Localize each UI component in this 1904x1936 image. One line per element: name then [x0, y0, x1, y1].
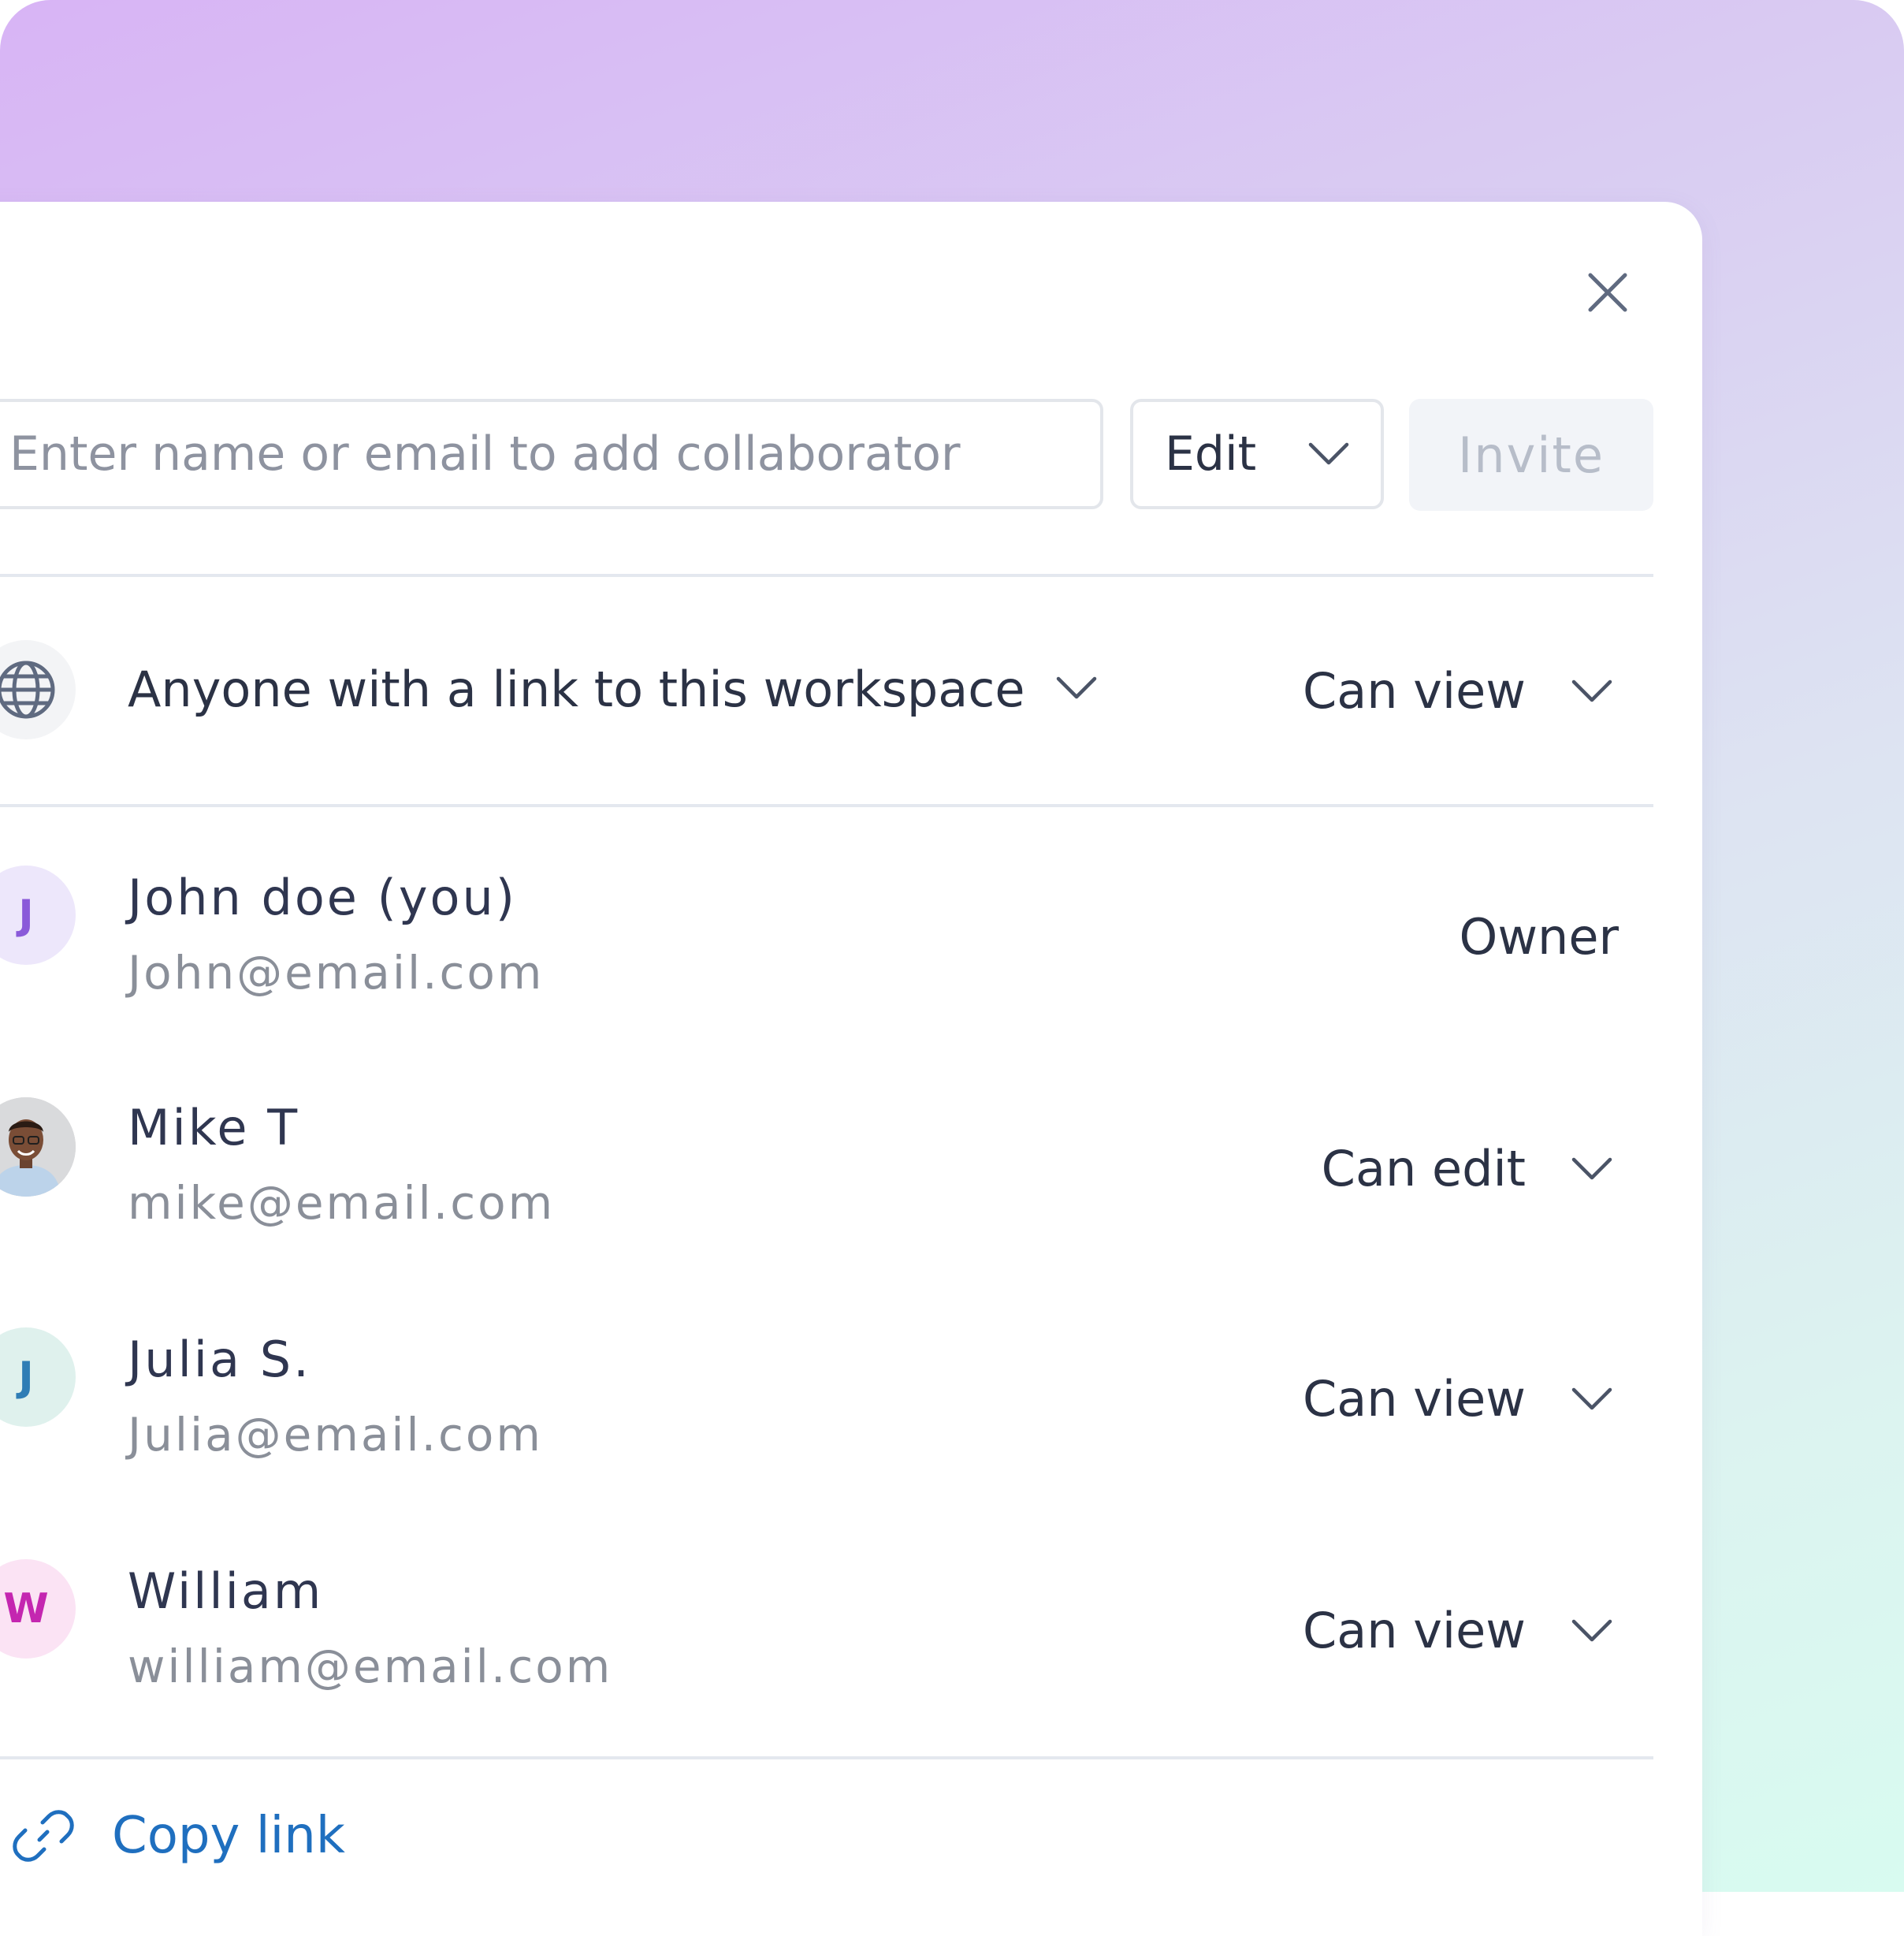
avatar-initial: J [18, 892, 34, 939]
chevron-down-icon [1308, 442, 1349, 466]
member-email: william@email.com [128, 1640, 613, 1693]
member-role-label: Owner [1459, 908, 1619, 966]
role-select-value: Edit [1165, 426, 1257, 482]
link-scope-dropdown[interactable] [1056, 676, 1097, 703]
chevron-down-icon [1056, 676, 1097, 699]
chevron-down-icon [1571, 1387, 1612, 1411]
member-name: Mike T [128, 1099, 300, 1156]
chevron-down-icon [1571, 1157, 1612, 1181]
chevron-down-icon [1571, 1619, 1612, 1643]
close-button[interactable] [1586, 270, 1630, 315]
role-select[interactable]: Edit [1130, 399, 1384, 509]
avatar-initial: J [18, 1353, 34, 1401]
link-permission-label: Can view [1302, 662, 1526, 720]
copy-link-label: Copy link [112, 1807, 345, 1865]
collaborator-input-placeholder: Enter name or email to add collaborator [9, 426, 961, 482]
divider [0, 804, 1653, 807]
member-email: John@email.com [128, 946, 545, 1000]
invite-button-label: Invite [1458, 426, 1605, 484]
invite-button[interactable]: Invite [1409, 399, 1653, 511]
avatar-initial: W [3, 1585, 49, 1633]
member-name: Julia S. [128, 1331, 311, 1388]
member-email: Julia@email.com [128, 1408, 543, 1461]
divider [0, 1756, 1653, 1759]
member-email: mike@email.com [128, 1176, 556, 1230]
member-permission-select[interactable]: Can view [1303, 1370, 1612, 1428]
member-name: William [128, 1562, 324, 1620]
member-permission-label: Can view [1302, 1370, 1526, 1428]
link-icon [13, 1810, 74, 1862]
link-share-label: Anyone with a link to this workspace [128, 661, 1025, 718]
chevron-down-icon [1571, 679, 1612, 703]
member-permission-select[interactable]: Can edit [1322, 1140, 1612, 1197]
copy-link-button[interactable]: Copy link [13, 1805, 345, 1867]
member-role: Owner [1460, 908, 1619, 966]
member-name: John doe (you) [128, 869, 517, 926]
close-icon [1588, 273, 1627, 312]
member-permission-label: Can view [1302, 1602, 1526, 1659]
link-permission-select[interactable]: Can view [1303, 662, 1612, 720]
divider [0, 574, 1653, 577]
member-permission-label: Can edit [1321, 1140, 1526, 1197]
collaborator-search-input[interactable]: Enter name or email to add collaborator [0, 399, 1103, 509]
globe-icon [0, 661, 55, 719]
member-permission-select[interactable]: Can view [1303, 1602, 1612, 1659]
